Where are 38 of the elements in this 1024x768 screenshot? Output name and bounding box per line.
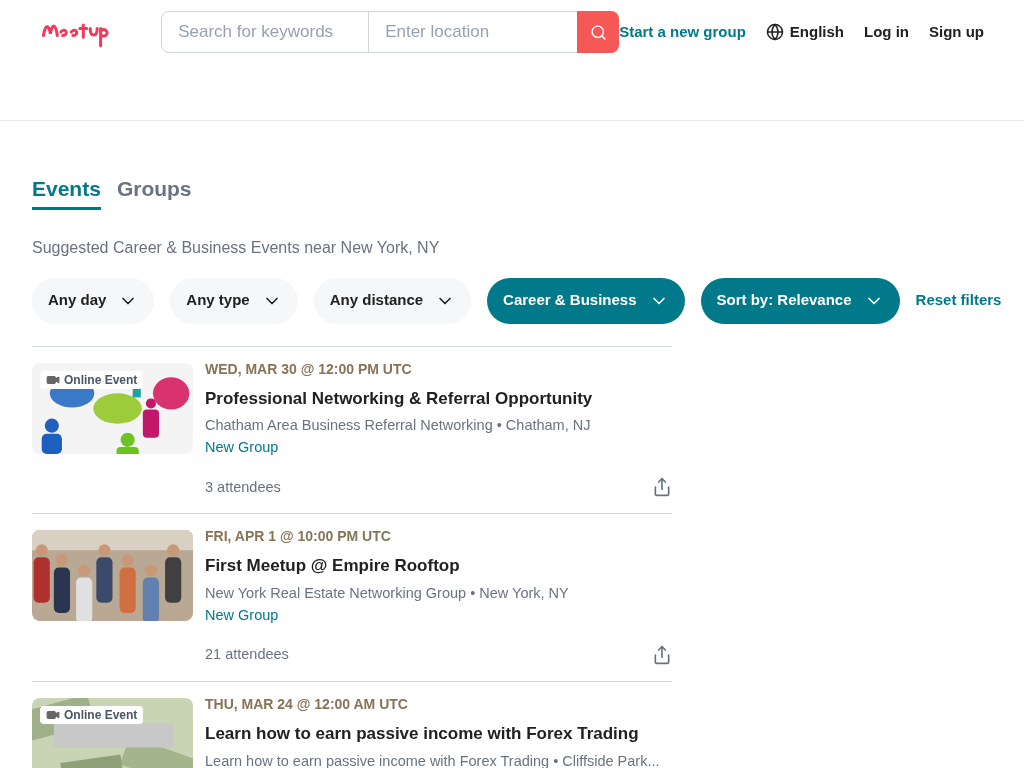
share-button[interactable] [652,477,672,498]
event-date: FRI, APR 1 @ 10:00 PM UTC [205,527,392,547]
filter-dropdown[interactable]: Any type [170,277,298,324]
video-camera-icon [46,708,60,722]
location-field[interactable]: Enter location [369,11,578,53]
tab[interactable]: Groups [116,173,192,210]
nav-link[interactable]: Log in [864,20,909,44]
event-title[interactable]: Professional Networking & Referral Opportunity [205,385,672,411]
keyword-search-field[interactable]: Search for keywords [161,11,370,53]
event-date: WED, MAR 30 @ 12:00 PM UTC [205,359,413,379]
start-group-link[interactable]: Start a new group [619,20,746,44]
globe-icon [765,23,784,41]
badge-text: Online Event [64,707,138,724]
group-name: Learn how to earn passive income with Forex Trading • Cliffside Park... [205,751,661,768]
new-group-label: New Group [205,605,280,625]
attendee-count: 3 attendees [205,477,281,497]
nav-link[interactable]: Sign up [929,20,984,44]
event-title[interactable]: First Meetup @ Empire Rooftop [205,553,672,579]
group-name: Chatham Area Business Referral Networking • Chatham, NJ [205,416,592,435]
search-button[interactable] [577,11,620,53]
filter-dropdown[interactable]: Sort by: Relevance [700,277,900,324]
reset-filters-link[interactable]: Reset filters [915,289,1002,312]
language-button[interactable]: English [765,20,844,44]
filter-dropdown[interactable]: Career & Business [487,277,685,324]
share-icon [652,477,672,498]
event-title[interactable]: Learn how to earn passive income with Forex Trading [205,721,672,747]
new-group-label: New Group [205,437,280,457]
tab[interactable]: Events [32,173,101,210]
share-icon [652,645,672,666]
filter-dropdown[interactable]: Any distance [313,277,472,324]
event-date: THU, MAR 24 @ 12:00 AM UTC [205,695,409,714]
search-icon [589,23,607,41]
badge-text: Online Event [64,371,138,389]
group-name: New York Real Estate Networking Group • New York, NY [205,583,570,603]
attendee-count: 21 attendees [205,645,289,665]
share-button[interactable] [652,645,672,666]
suggestion-heading: Suggested Career & Business Events near New York, NY [32,237,441,258]
filter-dropdown[interactable]: Any day [32,277,155,324]
